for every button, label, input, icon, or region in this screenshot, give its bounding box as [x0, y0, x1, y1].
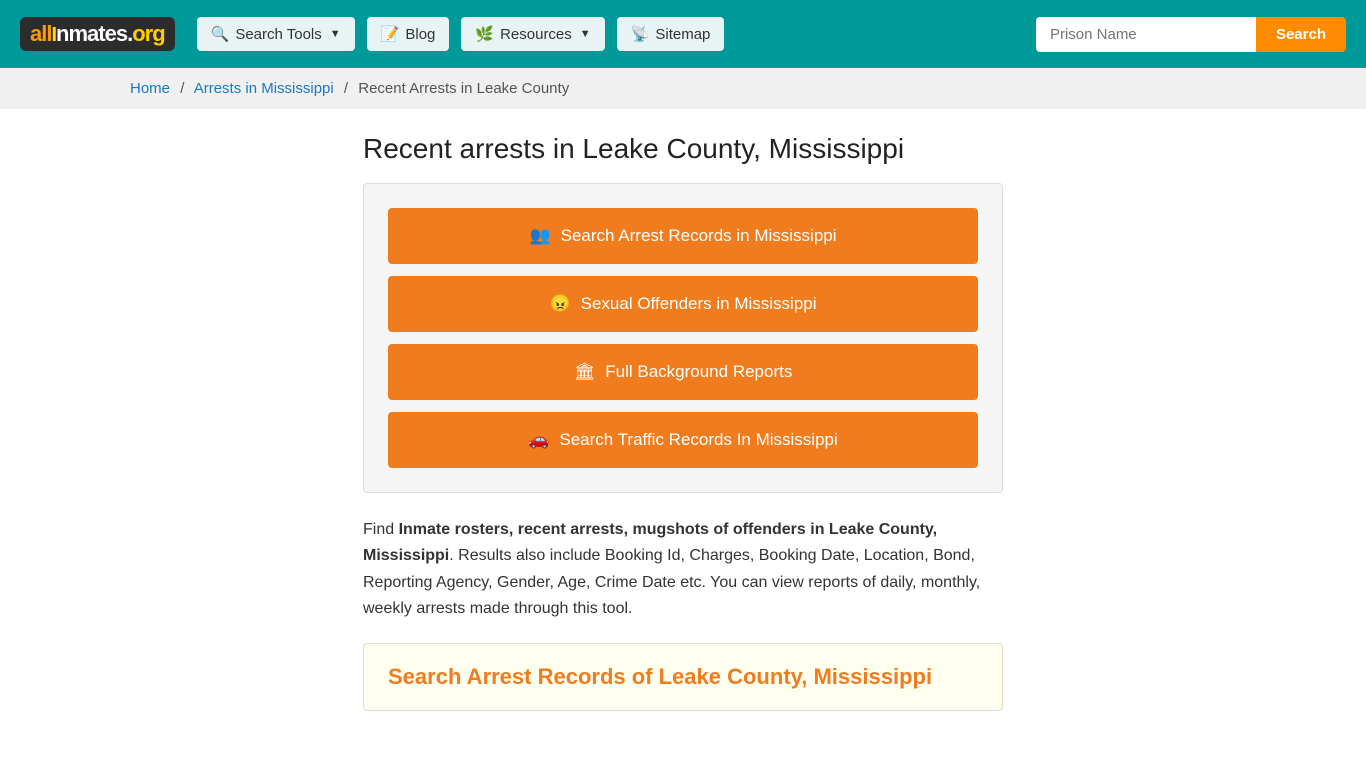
sitemap-button[interactable]: 📡 Sitemap [617, 17, 725, 51]
chevron-down-icon-resources: ▼ [580, 28, 591, 40]
breadcrumb: Home / Arrests in Mississippi / Recent A… [0, 68, 1366, 109]
chevron-down-icon: ▼ [330, 28, 341, 40]
breadcrumb-current: Recent Arrests in Leake County [358, 80, 569, 97]
breadcrumb-home[interactable]: Home [130, 80, 170, 97]
description-plain: Find [363, 521, 399, 538]
search-records-section: Search Arrest Records of Leake County, M… [363, 643, 1003, 711]
breadcrumb-arrests[interactable]: Arrests in Mississippi [194, 80, 334, 97]
blog-icon: 📝 [381, 25, 400, 43]
sex-offenders-label: Sexual Offenders in Mississippi [581, 294, 817, 314]
sex-offenders-button[interactable]: 😠 Sexual Offenders in Mississippi [388, 276, 978, 332]
arrest-records-label: Search Arrest Records in Mississippi [561, 226, 837, 246]
background-reports-button[interactable]: 🏛 Full Background Reports [388, 344, 978, 400]
action-buttons-card: 👥 Search Arrest Records in Mississippi 😠… [363, 183, 1003, 493]
resources-label: Resources [500, 26, 572, 43]
header: allInmates.org 🔍 Search Tools ▼ 📝 Blog 🌿… [0, 0, 1366, 68]
traffic-records-button[interactable]: 🚗 Search Traffic Records In Mississippi [388, 412, 978, 468]
page-title: Recent arrests in Leake County, Mississi… [363, 133, 1003, 165]
logo[interactable]: allInmates.org [20, 17, 175, 51]
prison-search-form: Search [1036, 17, 1346, 52]
blog-button[interactable]: 📝 Blog [367, 17, 450, 51]
sex-offenders-icon: 😠 [549, 294, 570, 314]
main-content: Recent arrests in Leake County, Mississi… [233, 109, 1133, 735]
search-tools-label: Search Tools [235, 26, 321, 43]
resources-icon: 🌿 [475, 25, 494, 43]
description-rest: . Results also include Booking Id, Charg… [363, 547, 980, 617]
arrest-records-button[interactable]: 👥 Search Arrest Records in Mississippi [388, 208, 978, 264]
background-reports-icon: 🏛 [574, 362, 596, 382]
resources-button[interactable]: 🌿 Resources ▼ [461, 17, 604, 51]
sitemap-icon: 📡 [631, 25, 650, 43]
traffic-records-label: Search Traffic Records In Mississippi [559, 430, 837, 450]
traffic-records-icon: 🚗 [528, 430, 549, 450]
arrest-records-icon: 👥 [529, 226, 550, 246]
page-description: Find Inmate rosters, recent arrests, mug… [363, 517, 1003, 623]
sitemap-label: Sitemap [655, 26, 710, 43]
search-tools-button[interactable]: 🔍 Search Tools ▼ [197, 17, 355, 51]
breadcrumb-sep1: / [180, 80, 184, 97]
breadcrumb-sep2: / [344, 80, 348, 97]
logo-text: allInmates.org [30, 21, 165, 47]
prison-name-input[interactable] [1036, 17, 1256, 52]
blog-label: Blog [405, 26, 435, 43]
background-reports-label: Full Background Reports [605, 362, 792, 382]
prison-search-button[interactable]: Search [1256, 17, 1346, 52]
search-records-title: Search Arrest Records of Leake County, M… [388, 664, 978, 690]
search-icon: 🔍 [211, 25, 230, 43]
